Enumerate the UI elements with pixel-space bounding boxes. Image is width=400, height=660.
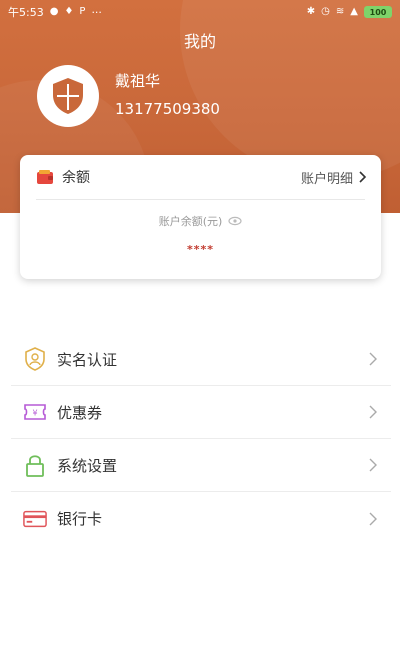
chevron-right-icon	[369, 405, 377, 419]
id-verify-icon	[23, 347, 47, 371]
menu-item-bank-card[interactable]: 银行卡	[11, 492, 391, 545]
p-icon: P	[79, 6, 86, 17]
lock-icon	[23, 453, 47, 477]
coupon-icon: ¥	[23, 400, 47, 424]
shield-icon	[53, 78, 83, 114]
menu-list: 实名认证 ¥ 优惠券 系统设置 银行卡	[11, 333, 391, 545]
signal-icon: ▲	[350, 6, 358, 17]
wallet-icon	[36, 168, 54, 186]
menu-label: 实名认证	[57, 350, 118, 369]
menu-label: 系统设置	[57, 456, 118, 475]
battery-icon: 100	[364, 6, 392, 18]
drop-icon: ♦	[64, 6, 74, 17]
balance-value: ****	[186, 243, 214, 256]
chevron-right-icon	[369, 512, 377, 526]
balance-title: 余额	[62, 170, 90, 186]
chevron-right-icon	[359, 171, 367, 183]
menu-label: 优惠券	[57, 403, 103, 422]
balance-label-row: 账户余额(元)	[20, 213, 381, 229]
menu-item-real-name[interactable]: 实名认证	[11, 333, 391, 386]
profile-page: 午5:53 ● ♦ P ··· ✱ ◷ ≋ ▲ 100 我的 戴祖华 13177…	[0, 0, 400, 660]
wechat-icon: ●	[49, 6, 59, 17]
chevron-right-icon	[369, 352, 377, 366]
card-divider	[36, 199, 365, 200]
menu-label: 银行卡	[57, 510, 103, 528]
status-bar: 午5:53 ● ♦ P ··· ✱ ◷ ≋ ▲ 100	[0, 0, 400, 24]
time-text: 午5:53	[8, 6, 44, 19]
alarm-icon: ◷	[321, 6, 330, 17]
wifi-icon: ≋	[335, 6, 345, 17]
account-details-label: 账户明细	[300, 171, 353, 187]
chevron-right-icon	[369, 458, 377, 472]
avatar[interactable]	[37, 65, 99, 127]
page-title: 我的	[183, 32, 216, 51]
more-notifications: ···	[91, 5, 102, 19]
svg-text:¥: ¥	[32, 409, 37, 418]
account-details-link[interactable]: 账户明细	[301, 168, 367, 187]
menu-item-settings[interactable]: 系统设置	[11, 439, 391, 492]
eye-icon[interactable]	[228, 216, 242, 226]
user-name: 戴祖华	[115, 72, 161, 90]
balance-card: 余额 账户明细 账户余额(元) ****	[20, 155, 381, 279]
menu-item-coupon[interactable]: ¥ 优惠券	[11, 386, 391, 439]
balance-label: 账户余额(元)	[158, 215, 223, 228]
bluetooth-icon: ✱	[306, 6, 316, 17]
bank-card-icon	[23, 507, 47, 531]
user-phone: 13177509380	[115, 100, 220, 118]
